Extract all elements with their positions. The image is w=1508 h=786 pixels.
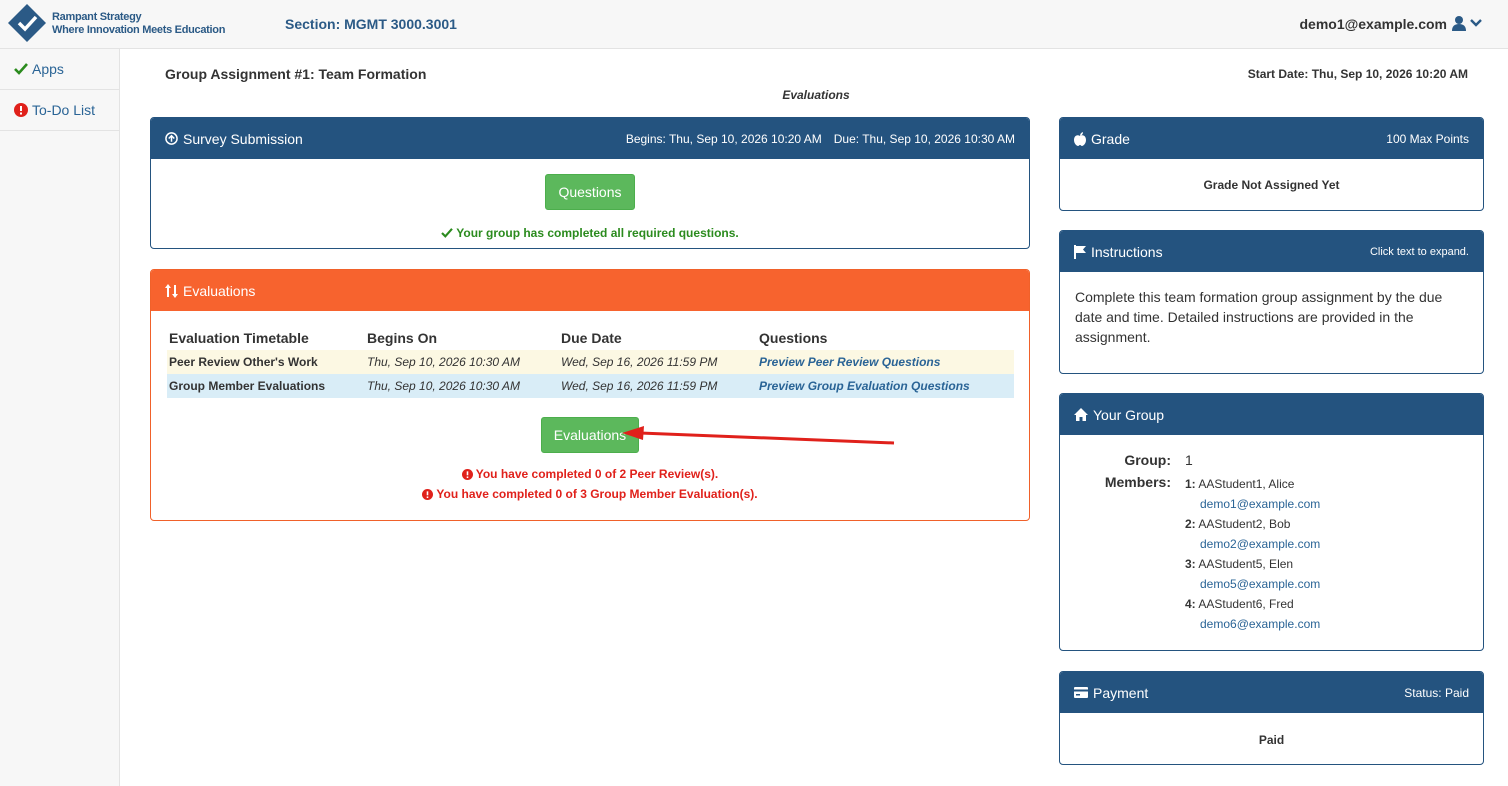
payment-header: Payment Status: Paid: [1060, 672, 1483, 713]
your-group-header: Your Group: [1060, 394, 1483, 435]
assignment-start-date: Start Date: Thu, Sep 10, 2026 10:20 AM: [1247, 67, 1468, 81]
list-item: 4: AAStudent6, Fred: [1185, 594, 1320, 614]
your-group-panel: Your Group Group: 1 Members: 1: AAStuden…: [1059, 393, 1484, 651]
grade-status: Grade Not Assigned Yet: [1203, 178, 1340, 192]
group-evaluation-progress: You have completed 0 of 3 Group Member E…: [151, 484, 1029, 504]
brand-line-1: Rampant Strategy: [52, 11, 142, 23]
table-row: Group Member Evaluations Thu, Sep 10, 20…: [167, 374, 1014, 398]
brand-tagline: Where Innovation Meets Education: [52, 24, 226, 36]
member-name: AAStudent5, Elen: [1198, 557, 1294, 571]
sidebar-item-label: Apps: [32, 61, 64, 77]
instructions-body[interactable]: Complete this team formation group assig…: [1060, 272, 1483, 347]
brand-name[interactable]: Rampant Strategy Where Innovation Meets …: [52, 11, 225, 37]
payment-title: Payment: [1093, 684, 1149, 701]
user-menu-icon[interactable]: [1450, 14, 1484, 34]
apple-icon: [1074, 131, 1086, 146]
survey-status-text: Your group has completed all required qu…: [456, 226, 739, 240]
preview-peer-review-link[interactable]: Preview Peer Review Questions: [759, 355, 940, 369]
group-number: 1: [1185, 452, 1193, 468]
exclamation-circle-icon: [461, 469, 473, 480]
home-icon: [1074, 408, 1088, 421]
flag-icon: [1074, 244, 1086, 259]
list-item: 1: AAStudent1, Alice: [1185, 474, 1320, 494]
rampant-strategy-logo[interactable]: [8, 4, 46, 42]
sidebar: Apps To-Do List: [0, 49, 120, 786]
column-header: Questions: [759, 330, 828, 346]
evaluations-panel: Evaluations Evaluation Timetable Begins …: [150, 269, 1030, 521]
member-email-link[interactable]: demo6@example.com: [1200, 617, 1320, 631]
user-email[interactable]: demo1@example.com: [1300, 16, 1448, 32]
sort-arrows-icon: [165, 283, 178, 298]
grade-max-points: 100 Max Points: [1386, 131, 1469, 146]
credit-card-icon: [1074, 687, 1088, 698]
member-number: 3:: [1185, 557, 1196, 571]
payment-body: Paid: [1258, 733, 1285, 747]
evaluation-timetable: Evaluation Timetable Begins On Due Date …: [167, 328, 1014, 398]
table-row: Peer Review Other's Work Thu, Sep 10, 20…: [167, 350, 1014, 374]
member-name: AAStudent6, Fred: [1198, 597, 1294, 611]
evaluations-header: Evaluations: [151, 270, 1029, 311]
instructions-hint: Click text to expand.: [1369, 245, 1469, 258]
top-bar: Rampant Strategy Where Innovation Meets …: [0, 0, 1508, 49]
column-header: Begins On: [367, 330, 438, 346]
questions-button[interactable]: Questions: [545, 174, 635, 210]
member-email-link[interactable]: demo1@example.com: [1200, 497, 1320, 511]
evaluation-name: Peer Review Other's Work: [169, 355, 318, 369]
members-list: 1: AAStudent1, Alice demo1@example.com 2…: [1185, 474, 1320, 634]
section-title[interactable]: Section: MGMT 3000.3001: [285, 16, 457, 32]
survey-submission-title: Survey Submission: [183, 130, 303, 147]
annotation-arrow: [622, 426, 895, 445]
member-name: AAStudent2, Bob: [1198, 517, 1291, 531]
exclamation-circle-icon: [14, 103, 28, 117]
member-number: 4:: [1185, 597, 1196, 611]
evaluation-due: Wed, Sep 16, 2026 11:59 PM: [561, 379, 718, 393]
list-item: 2: AAStudent2, Bob: [1185, 514, 1320, 534]
group-evaluation-progress-text: You have completed 0 of 3 Group Member E…: [436, 487, 758, 501]
members-label: Members:: [1104, 474, 1171, 490]
evaluations-title: Evaluations: [183, 282, 256, 299]
preview-group-evaluation-link[interactable]: Preview Group Evaluation Questions: [759, 379, 970, 393]
sidebar-item-apps[interactable]: Apps: [0, 49, 119, 90]
survey-submission-panel: Survey Submission Begins: Thu, Sep 10, 2…: [150, 117, 1030, 249]
upload-circle-icon: [165, 132, 178, 145]
member-email-link[interactable]: demo5@example.com: [1200, 577, 1320, 591]
survey-due: Due: Thu, Sep 10, 2026 10:30 AM: [833, 131, 1015, 146]
evaluation-name: Group Member Evaluations: [169, 379, 326, 393]
survey-status: Your group has completed all required qu…: [151, 226, 1029, 240]
check-icon: [14, 63, 28, 75]
instructions-panel: Instructions Click text to expand. Compl…: [1059, 230, 1484, 374]
survey-submission-header: Survey Submission Begins: Thu, Sep 10, 2…: [151, 118, 1029, 159]
evaluation-begins: Thu, Sep 10, 2026 10:30 AM: [367, 379, 520, 393]
payment-panel: Payment Status: Paid Paid: [1059, 671, 1484, 765]
peer-review-progress: You have completed 0 of 2 Peer Review(s)…: [151, 464, 1029, 484]
assignment-title: Group Assignment #1: Team Formation: [165, 66, 427, 82]
instructions-header: Instructions Click text to expand.: [1060, 231, 1483, 272]
grade-panel: Grade 100 Max Points Grade Not Assigned …: [1059, 117, 1484, 211]
sidebar-item-label: To-Do List: [32, 102, 96, 118]
grade-title: Grade: [1091, 130, 1130, 147]
group-label: Group:: [1124, 452, 1171, 468]
sidebar-item-todo[interactable]: To-Do List: [0, 90, 119, 131]
member-number: 1:: [1185, 477, 1196, 491]
assignment-phase-label: Evaluations: [782, 88, 850, 102]
instructions-title: Instructions: [1091, 243, 1163, 260]
evaluation-due: Wed, Sep 16, 2026 11:59 PM: [561, 355, 718, 369]
grade-header: Grade 100 Max Points: [1060, 118, 1483, 159]
column-header: Evaluation Timetable: [169, 330, 309, 346]
exclamation-circle-icon: [422, 489, 434, 500]
your-group-title: Your Group: [1093, 406, 1165, 423]
member-number: 2:: [1185, 517, 1196, 531]
member-email-link[interactable]: demo2@example.com: [1200, 537, 1320, 551]
column-header: Due Date: [561, 330, 622, 346]
evaluation-begins: Thu, Sep 10, 2026 10:30 AM: [367, 355, 520, 369]
list-item: 3: AAStudent5, Elen: [1185, 554, 1320, 574]
survey-begins: Begins: Thu, Sep 10, 2026 10:20 AM: [625, 131, 822, 146]
check-icon: [441, 228, 454, 238]
payment-status: Status: Paid: [1404, 685, 1469, 700]
peer-review-progress-text: You have completed 0 of 2 Peer Review(s)…: [475, 467, 719, 481]
member-name: AAStudent1, Alice: [1198, 477, 1295, 491]
